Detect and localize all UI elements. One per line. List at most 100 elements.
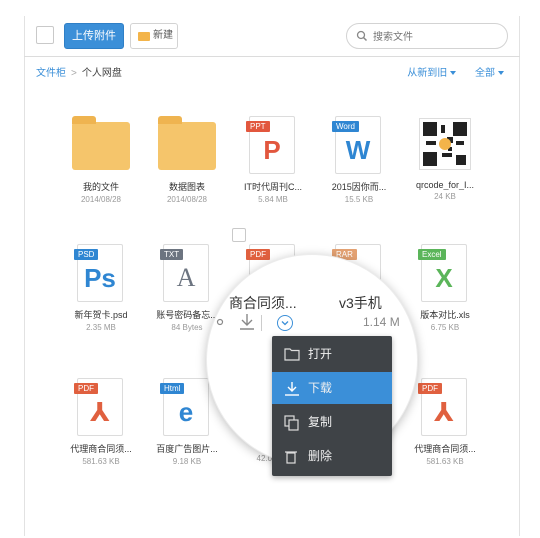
file-type-tag: Html [160,383,185,394]
file-name: 百度广告图片... [156,444,218,454]
context-menu: 打开 下载 复制 删除 [272,336,392,476]
breadcrumb: 文件柜 > 个人网盘 [36,64,122,79]
file-name: 我的文件 [82,182,119,192]
file-meta: 581.63 KB [426,457,464,466]
file-name: qrcode_for_I... [415,180,475,190]
html-file-icon: Html e [158,378,216,436]
file-type-tag: PSD [74,249,99,260]
file-tile[interactable]: qrcode_for_I... 24 KB [402,116,488,201]
zoomed-file-name: 商合同须... [229,295,297,311]
document-icon: Word W [332,116,381,174]
psd-file-icon: PSD Ps [72,244,130,302]
document-icon: TXT A [160,244,209,302]
more-icon[interactable] [215,313,225,329]
menu-item-delete-label: 删除 [308,449,333,463]
breadcrumb-root-link[interactable]: 文件柜 [36,68,66,79]
copy-icon [284,415,299,431]
file-name: 新年贺卡.psd [74,310,128,320]
sort-order-dropdown[interactable]: 从新到旧 [399,68,457,79]
file-type-tag: PDF [74,383,98,394]
sort-order-label: 从新到旧 [407,68,448,79]
toolbar-divider [24,56,520,57]
caret-down-icon [450,71,457,76]
file-type-tag: PDF [246,249,270,260]
pdf-file-icon: PDF ⅄ [72,378,130,436]
file-type-glyph: e [178,397,194,427]
menu-item-copy[interactable]: 复制 [272,406,392,438]
file-name: 代理商合同须... [70,444,132,454]
file-type-tag: Word [332,121,359,132]
file-tile[interactable]: Word W 2015因你而... 15.5 KB [316,116,402,204]
qr-code-image [419,118,471,170]
file-tile[interactable]: Excel X 版本对比.xls 6.75 KB [402,244,488,332]
ppt-file-icon: PPT P [244,116,302,174]
document-icon: Html e [160,378,209,436]
document-icon: PPT P [246,116,295,174]
file-type-tag: PPT [246,121,270,132]
file-meta: 6.75 KB [430,323,460,332]
folder-file-icon [158,116,216,174]
search-input[interactable] [371,27,503,47]
menu-item-delete[interactable]: 删除 [272,440,392,472]
file-meta: 2014/08/28 [80,195,122,204]
new-button-label: 新建 [153,30,173,41]
qr-file-icon [416,116,474,174]
file-select-checkbox[interactable] [232,228,246,242]
file-meta: 15.5 KB [344,195,374,204]
excel-file-icon: Excel X [416,244,474,302]
folder-file-icon [72,116,130,174]
search-box[interactable] [346,23,508,49]
word-file-icon: Word W [330,116,388,174]
file-name: 2015因你而... [331,182,387,192]
select-all-checkbox[interactable] [36,26,54,44]
file-type-glyph: W [345,135,371,165]
file-name: 版本对比.xls [420,310,470,320]
file-tile[interactable]: 我的文件 2014/08/28 [58,116,144,204]
document-icon: PDF ⅄ [74,378,123,436]
filter-label: 全部 [475,68,495,79]
file-type-tag: TXT [160,249,184,260]
zoomed-file-size: 1.14 M [363,315,400,329]
menu-item-open[interactable]: 打开 [272,338,392,370]
download-icon[interactable] [239,313,255,331]
chevron-right-icon: > [71,68,77,79]
file-meta: 2.35 MB [86,323,116,332]
sort-controls: 从新到旧 全部 [391,64,504,79]
document-icon: PDF ⅄ [418,378,467,436]
file-type-glyph: P [263,135,281,165]
chevron-down-icon[interactable] [277,315,293,331]
new-button[interactable]: 新建 [130,23,178,49]
file-meta: 24 KB [434,192,456,201]
folder-icon [158,116,216,170]
upload-button[interactable]: 上传附件 [64,23,124,49]
folder-icon [138,32,150,41]
download-icon [285,382,299,396]
file-tile[interactable]: PPT P IT时代周刊C... 5.84 MB [230,116,316,204]
file-tile[interactable]: PDF ⅄ 代理商合同须... 581.63 KB [58,378,144,466]
folder-open-icon [284,348,300,361]
file-tile[interactable]: 数据图表 2014/08/28 [144,116,230,204]
file-type-tag: Excel [418,249,446,260]
menu-item-download[interactable]: 下载 [272,372,392,404]
file-type-tag: PDF [418,383,442,394]
filter-dropdown[interactable]: 全部 [467,68,504,79]
file-tile[interactable]: PSD Ps 新年贺卡.psd 2.35 MB [58,244,144,332]
pdf-file-icon: PDF ⅄ [416,378,474,436]
file-name: 代理商合同须... [414,444,476,454]
breadcrumb-current: 个人网盘 [81,68,122,79]
file-name: IT时代周刊C... [244,182,302,192]
action-divider [261,315,262,331]
file-type-glyph: X [435,263,453,293]
document-icon: PSD Ps [74,244,123,302]
file-tile[interactable]: PDF ⅄ 代理商合同须... 581.63 KB [402,378,488,466]
file-meta: 2014/08/28 [166,195,208,204]
menu-item-download-label: 下载 [308,381,333,395]
file-name: 数据图表 [168,182,205,192]
file-type-glyph: ⅄ [434,397,454,427]
document-icon: Excel X [418,244,467,302]
file-type-glyph: ⅄ [90,397,110,427]
trash-icon [285,451,297,464]
file-meta: 5.84 MB [258,195,288,204]
file-type-glyph: Ps [84,263,116,293]
file-meta: 581.63 KB [82,457,120,466]
